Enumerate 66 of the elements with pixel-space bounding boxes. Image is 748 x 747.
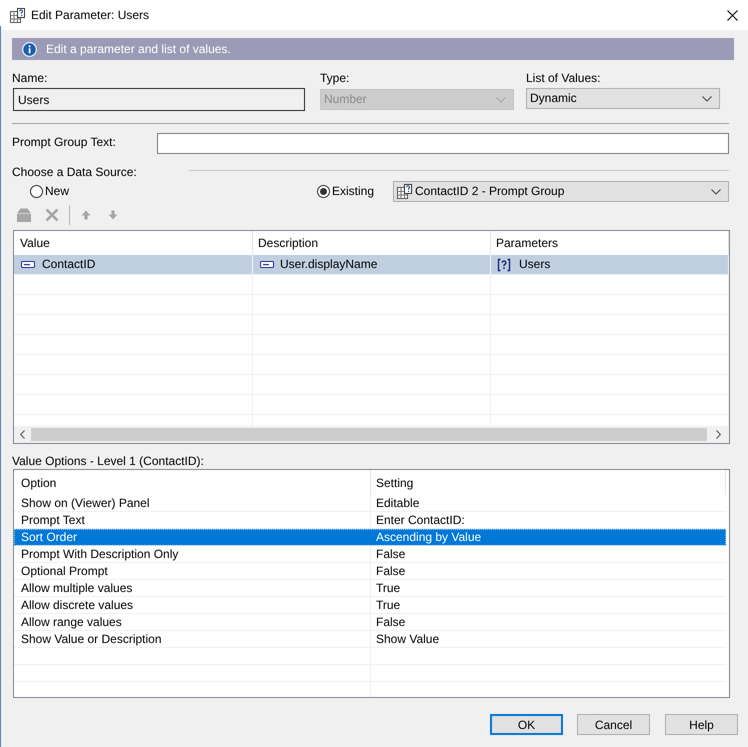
table-cell: User.displayName bbox=[280, 257, 378, 272]
table-cell-text: False bbox=[375, 614, 406, 630]
section-label: Choose a Data Source: bbox=[12, 165, 138, 180]
prompt-group-text-field[interactable] bbox=[157, 133, 729, 154]
table-row[interactable]: Sort Order Ascending by Value bbox=[14, 529, 726, 546]
close-icon bbox=[726, 10, 738, 20]
radio-button[interactable]: Existing bbox=[317, 184, 374, 199]
table-cell-text: Show Value bbox=[375, 631, 440, 647]
table-cell: Prompt With Description Only bbox=[14, 546, 371, 562]
bracket-question-icon bbox=[497, 258, 511, 272]
column-header[interactable]: Option bbox=[14, 470, 371, 495]
grid-question-icon bbox=[10, 8, 25, 22]
table-row[interactable]: Allow discrete values True bbox=[14, 597, 726, 614]
dialog-button[interactable]: Cancel bbox=[577, 714, 650, 735]
table-row[interactable]: Allow range values False bbox=[14, 614, 726, 631]
table-row[interactable]: ContactID User.displayName Users bbox=[14, 255, 729, 275]
field-label: List of Values: bbox=[526, 71, 600, 86]
chevron-left-icon bbox=[20, 430, 25, 439]
table-cell: Sort Order bbox=[14, 529, 371, 545]
data-source-dropdown[interactable]: ContactID 2 - Prompt Group bbox=[393, 181, 729, 202]
table-cell-text: Enter ContactID: bbox=[375, 512, 466, 528]
table-cell: Show on (Viewer) Panel bbox=[14, 495, 371, 511]
column-header[interactable]: Setting bbox=[371, 470, 726, 495]
table-cell: Optional Prompt bbox=[14, 563, 371, 579]
table-cell: Users bbox=[519, 257, 550, 272]
list-of-values-dropdown[interactable]: Dynamic bbox=[526, 88, 720, 109]
table-cell: Show Value or Description bbox=[14, 631, 371, 647]
table-row[interactable]: Allow multiple values True bbox=[14, 580, 726, 597]
chevron-down-icon bbox=[702, 96, 712, 102]
table-row[interactable]: Prompt With Description Only False bbox=[14, 546, 726, 563]
table-cell: Allow range values bbox=[14, 614, 371, 630]
table-cell-text: False bbox=[375, 563, 406, 579]
table-row[interactable]: Show on (Viewer) Panel Editable bbox=[14, 495, 726, 512]
table-cell-text: False bbox=[375, 546, 406, 562]
chevron-down-icon bbox=[496, 96, 506, 102]
field-icon bbox=[260, 261, 274, 268]
table-row[interactable]: Show Value or Description Show Value bbox=[14, 631, 726, 648]
window-title: Edit Parameter: Users bbox=[31, 8, 150, 22]
delete-icon bbox=[45, 208, 59, 222]
arrow-up-icon bbox=[81, 210, 91, 220]
arrow-down-icon bbox=[108, 210, 118, 220]
field-label: Name: bbox=[12, 71, 48, 86]
dialog-button[interactable]: OK bbox=[490, 714, 563, 735]
field-label: Type: bbox=[320, 71, 350, 86]
chevron-right-icon bbox=[716, 430, 720, 439]
dialog-button[interactable]: Help bbox=[665, 714, 738, 735]
table-row[interactable]: Optional Prompt False bbox=[14, 563, 726, 580]
radio-button[interactable]: New bbox=[30, 184, 70, 199]
table-cell: Allow multiple values bbox=[14, 580, 371, 596]
field-icon bbox=[21, 261, 35, 268]
table-cell-text: Editable bbox=[375, 495, 420, 511]
field-label: Prompt Group Text: bbox=[12, 134, 117, 150]
info-icon bbox=[22, 42, 37, 56]
info-text: Edit a parameter and list of values. bbox=[46, 42, 231, 56]
chevron-down-icon bbox=[711, 188, 721, 194]
table-cell: Prompt Text bbox=[14, 512, 371, 528]
table-cell-text: True bbox=[375, 580, 402, 596]
table-cell: ContactID bbox=[42, 257, 96, 272]
name-field[interactable]: Users bbox=[13, 88, 305, 111]
table-cell-text: Ascending by Value bbox=[375, 529, 482, 545]
section-label: Value Options - Level 1 (ContactID): bbox=[12, 454, 204, 468]
table-cell-text: True bbox=[375, 597, 402, 613]
grid-question-icon bbox=[397, 184, 412, 199]
scrollbar-thumb[interactable] bbox=[31, 428, 707, 441]
box-icon bbox=[16, 207, 32, 223]
table-cell: Allow discrete values bbox=[14, 597, 371, 613]
